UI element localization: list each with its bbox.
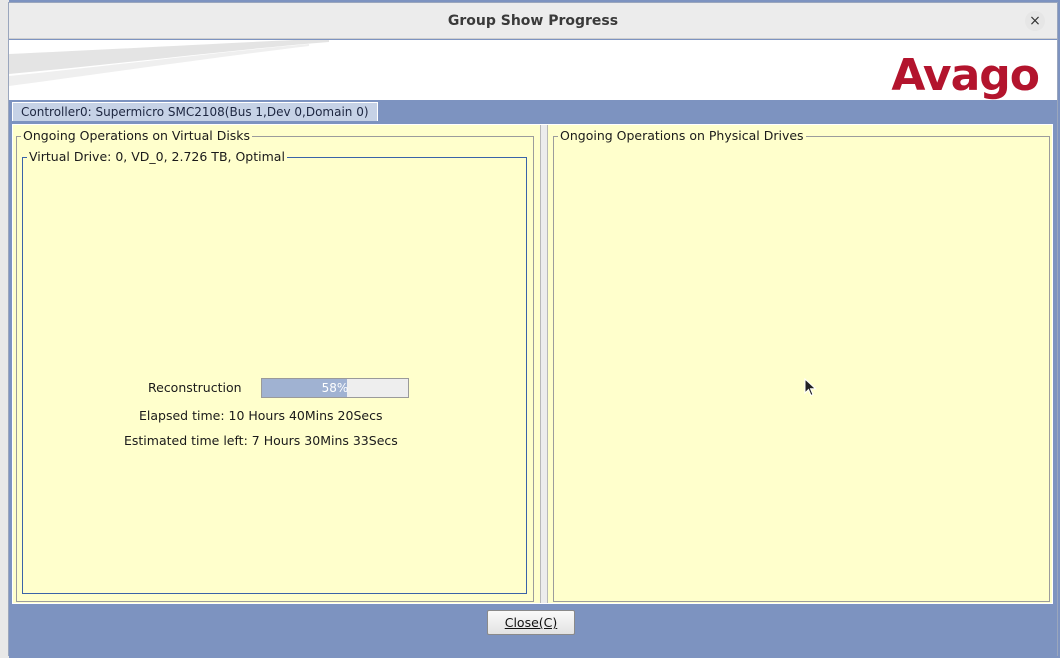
physical-drives-group-title: Ongoing Operations on Physical Drives <box>558 128 806 143</box>
split-pane-divider[interactable] <box>540 125 548 603</box>
title-bar[interactable]: Group Show Progress × <box>9 3 1057 39</box>
tab-content: Ongoing Operations on Virtual Disks Virt… <box>12 124 1053 604</box>
tab-controller0[interactable]: Controller0: Supermicro SMC2108(Bus 1,De… <box>12 102 378 121</box>
virtual-drive-title: Virtual Drive: 0, VD_0, 2.726 TB, Optima… <box>27 149 287 164</box>
physical-drives-group: Ongoing Operations on Physical Drives <box>553 128 1050 602</box>
mouse-cursor-icon <box>804 378 817 397</box>
reconstruction-progress-bar: 58% <box>261 378 409 398</box>
header-banner: Avago <box>9 40 1057 100</box>
close-button[interactable]: Close(C) <box>487 610 575 635</box>
button-bar: Close(C) <box>9 606 1057 656</box>
virtual-disks-group-title: Ongoing Operations on Virtual Disks <box>21 128 253 143</box>
window-title: Group Show Progress <box>447 13 619 29</box>
operation-label: Reconstruction <box>148 380 242 395</box>
virtual-disks-group: Ongoing Operations on Virtual Disks Virt… <box>16 128 534 602</box>
avago-logo: Avago <box>891 50 1040 100</box>
banner-swoosh-graphic <box>9 40 329 86</box>
virtual-drive-panel: Virtual Drive: 0, VD_0, 2.726 TB, Optima… <box>22 149 527 594</box>
close-icon[interactable]: × <box>1025 11 1045 31</box>
controller-tab-strip: Controller0: Supermicro SMC2108(Bus 1,De… <box>9 100 1057 122</box>
estimated-time-left: Estimated time left: 7 Hours 30Mins 33Se… <box>124 433 398 448</box>
progress-text: 58% <box>321 381 349 395</box>
elapsed-time: Elapsed time: 10 Hours 40Mins 20Secs <box>139 408 383 423</box>
group-show-progress-dialog: Group Show Progress × Avago Controller0:… <box>8 2 1058 656</box>
